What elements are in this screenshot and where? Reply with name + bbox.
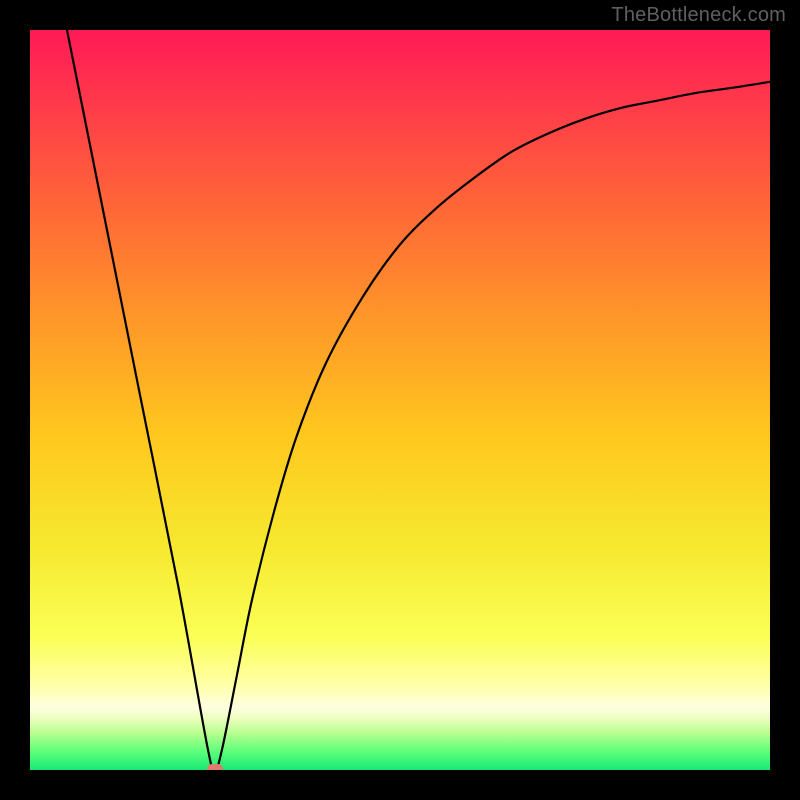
plot-area (30, 30, 770, 770)
chart-stage: TheBottleneck.com (0, 0, 800, 800)
watermark-text: TheBottleneck.com (611, 4, 786, 27)
curve-layer (30, 30, 770, 770)
minimum-marker (207, 764, 223, 770)
bottleneck-curve (67, 30, 770, 770)
